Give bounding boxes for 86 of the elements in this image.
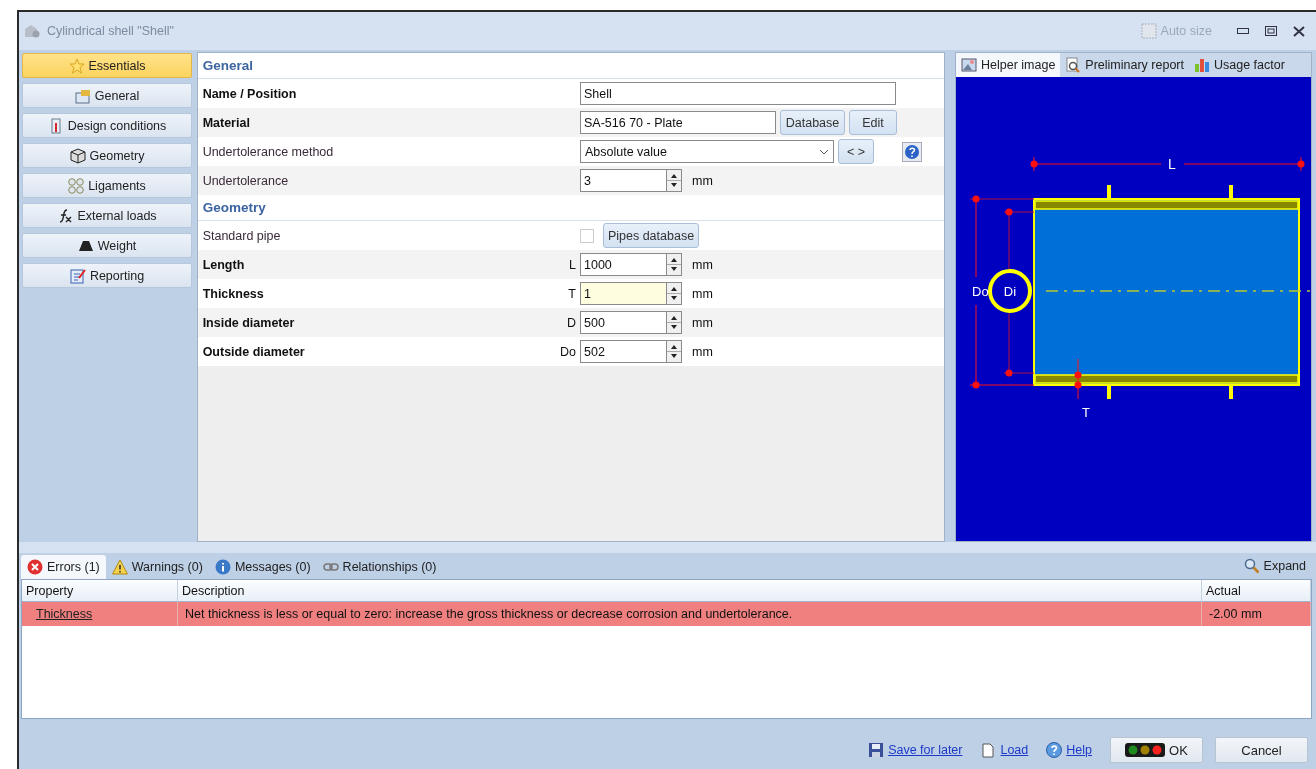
tab[interactable]: Warnings (0) — [105, 555, 209, 579]
error-icon — [27, 559, 43, 575]
action-button[interactable]: Edit — [849, 110, 897, 135]
text-field[interactable]: Shell — [580, 82, 896, 105]
field-label: Standard pipe — [202, 228, 282, 243]
property-link[interactable]: Thickness — [29, 607, 100, 621]
help-icon[interactable] — [902, 141, 922, 162]
document-icon — [980, 742, 997, 758]
window-title: Cylindrical shell "Shell" — [47, 24, 175, 38]
section-title: Geometry — [202, 200, 266, 215]
ok-button[interactable]: OK — [1110, 737, 1203, 763]
error-row[interactable]: Thickness Net thickness is less or equal to zero: increase the gross thickness or decrease corrosion and undertolerance. -2.00 mm — [22, 602, 1311, 626]
footer-link[interactable]: Save for later — [888, 743, 963, 757]
magnifier-icon — [1065, 57, 1082, 73]
action-button[interactable]: Database — [780, 110, 845, 135]
length-label: L — [1168, 156, 1176, 172]
field-label: Length — [202, 257, 246, 272]
field-label: Material — [202, 115, 251, 130]
symbol-label: Do — [559, 344, 576, 359]
symbol-label: L — [568, 257, 576, 272]
description-cell: Net thickness is less or equal to zero: increase the gross thickness or decrease corrosion and undertolerance. — [178, 602, 1202, 626]
outer-diameter-label: Do — [972, 284, 989, 299]
sidebar-item[interactable]: External loads — [22, 203, 192, 228]
dropdown-value: Absolute value — [585, 144, 667, 159]
number-field[interactable]: 3 — [580, 169, 666, 192]
sidebar-item[interactable]: Weight — [22, 233, 192, 258]
highlight-circle — [988, 269, 1032, 313]
cube-icon — [69, 147, 86, 164]
field-label: Undertolerance — [202, 173, 290, 188]
sidebar-item[interactable]: Geometry — [22, 143, 192, 168]
field-label: Name / Position — [202, 86, 298, 101]
actual-cell: -2.00 mm — [1202, 602, 1311, 626]
report-icon — [69, 267, 86, 284]
footer-link[interactable]: Load — [1000, 743, 1029, 757]
sidebar-item[interactable]: Design conditions — [22, 113, 192, 138]
info-icon — [214, 559, 231, 575]
traffic-light-icon — [1125, 743, 1166, 757]
unit-label: mm — [692, 173, 713, 188]
cancel-button[interactable]: Cancel — [1215, 737, 1308, 763]
warning-icon — [111, 559, 128, 575]
unit-label: mm — [692, 286, 713, 301]
shell-icon — [23, 23, 41, 39]
sidebar-item[interactable]: Essentials — [22, 53, 192, 78]
tab[interactable]: Errors (1) — [21, 555, 106, 579]
function-icon — [57, 207, 74, 224]
resize-icon — [1140, 23, 1157, 39]
field-label: Outside diameter — [202, 344, 306, 359]
image-icon — [961, 57, 977, 73]
pipes-database-button[interactable]: Pipes database — [603, 223, 699, 248]
expand-button[interactable]: Expand — [1237, 557, 1312, 575]
sidebar-item[interactable]: Reporting — [22, 263, 192, 288]
symbol-label: T — [567, 286, 576, 301]
sidebar-item[interactable]: Ligaments — [22, 173, 192, 198]
number-field[interactable]: 500 — [580, 311, 666, 334]
footer-link[interactable]: Help — [1066, 743, 1092, 757]
field-label: Inside diameter — [202, 315, 296, 330]
tab[interactable]: Usage factor — [1189, 53, 1290, 77]
folder-icon — [74, 87, 91, 104]
number-field[interactable]: 1 — [580, 282, 666, 305]
search-icon — [1243, 558, 1260, 574]
thickness-label: T — [1082, 405, 1090, 420]
unit-label: mm — [692, 344, 713, 359]
bar-chart-icon — [1194, 57, 1210, 73]
number-field[interactable]: 1000 — [580, 253, 666, 276]
sidebar-item[interactable]: General — [22, 83, 192, 108]
field-label: Thickness — [202, 286, 265, 301]
symbol-label: D — [565, 315, 576, 330]
circles-icon — [68, 177, 85, 194]
checkbox[interactable] — [580, 228, 594, 243]
field-label: Undertolerance method — [202, 144, 335, 159]
inner-diameter-label: Di — [1003, 284, 1017, 299]
star-icon — [68, 57, 85, 74]
navigate-button[interactable]: < > — [838, 139, 874, 164]
text-field[interactable]: SA-516 70 - Plate — [580, 111, 776, 134]
tab[interactable]: Preliminary report — [1060, 53, 1189, 77]
chevron-down-icon — [819, 148, 829, 155]
unit-label: mm — [692, 315, 713, 330]
dropdown[interactable]: Absolute value — [580, 140, 834, 163]
number-field[interactable]: 502 — [580, 340, 666, 363]
tab[interactable]: Helper image — [956, 53, 1061, 77]
tab[interactable]: Messages (0) — [208, 555, 317, 579]
section-title: General — [202, 58, 253, 73]
unit-label: mm — [692, 257, 713, 272]
help-icon — [1046, 742, 1063, 758]
thickness-dimension-line — [1074, 358, 1082, 400]
tab[interactable]: Relationships (0) — [316, 555, 443, 579]
